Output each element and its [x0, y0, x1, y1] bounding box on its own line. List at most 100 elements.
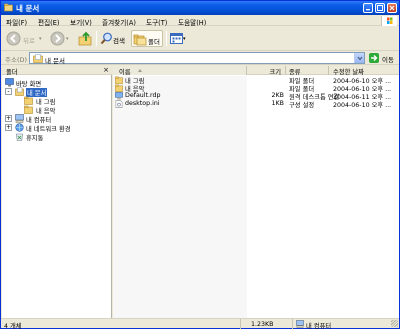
- collapse-icon[interactable]: -: [5, 88, 12, 95]
- views-icon: [170, 33, 183, 44]
- folder-icon: [115, 84, 123, 92]
- back-dropdown-icon[interactable]: ▾: [39, 36, 42, 42]
- minimize-button[interactable]: [363, 3, 373, 13]
- tree-item-my-documents[interactable]: - 내 문서: [5, 87, 105, 97]
- my-computer-icon: [296, 320, 304, 328]
- close-pane-icon[interactable]: ×: [103, 66, 109, 74]
- file-size: 2KB: [271, 92, 284, 99]
- network-icon: [15, 123, 24, 132]
- tree-item-network[interactable]: + 내 네트워크 환경: [5, 123, 110, 133]
- menu-file[interactable]: 파일(F): [6, 17, 27, 27]
- expand-icon[interactable]: +: [5, 124, 12, 131]
- rdp-file-icon: [115, 92, 123, 100]
- address-value: 내 문서: [45, 56, 66, 65]
- menu-edit[interactable]: 편집(E): [38, 17, 59, 27]
- column-header-name[interactable]: 이름: [113, 66, 247, 76]
- file-name: desktop.ini: [125, 100, 160, 107]
- my-documents-icon: [33, 54, 43, 63]
- forward-dropdown-icon[interactable]: ▾: [66, 36, 69, 42]
- menu-favorites[interactable]: 즐겨찾기(A): [102, 17, 136, 27]
- tree-item-my-computer[interactable]: + 내 컴퓨터: [5, 114, 105, 124]
- chevron-down-icon: [357, 56, 363, 61]
- tree-item-recycle-bin[interactable]: 휴지통: [15, 132, 105, 142]
- windows-flag-icon: [387, 17, 393, 24]
- file-row[interactable]: Default.rdp 2KB 원격 데스크톱 연결 2004-06-11 오후…: [113, 92, 399, 101]
- column-header-type[interactable]: 종류: [286, 66, 329, 76]
- status-location: 내 컴퓨터: [306, 322, 332, 329]
- address-dropdown-button[interactable]: [354, 53, 364, 63]
- go-button[interactable]: [369, 53, 379, 63]
- my-computer-icon: [15, 114, 24, 123]
- windows-logo: [381, 16, 397, 26]
- folder-icon: [4, 3, 13, 12]
- toolbar-separator: [96, 31, 97, 46]
- sort-ascending-icon: [138, 69, 142, 72]
- folders-label: 폴더: [148, 38, 160, 46]
- column-label: 크기: [269, 69, 281, 76]
- status-size-cell: 1.23KB: [241, 319, 293, 329]
- column-label: 수정한 날짜: [333, 69, 364, 76]
- tree-item-label: 휴지통: [26, 135, 44, 142]
- column-header-modified[interactable]: 수정한 날짜: [329, 66, 399, 76]
- column-label: 이름: [119, 69, 131, 76]
- column-label: 종류: [289, 69, 301, 76]
- status-location-cell: 내 컴퓨터: [293, 319, 399, 329]
- views-dropdown-icon[interactable]: ▾: [183, 36, 186, 42]
- minimize-icon: [366, 9, 370, 11]
- forward-arrow-icon: [50, 31, 65, 46]
- column-header-size[interactable]: 크기: [247, 66, 286, 76]
- expand-icon[interactable]: +: [5, 115, 12, 122]
- folder-icon: [115, 76, 123, 84]
- go-label[interactable]: 이동: [382, 54, 394, 64]
- title-bar[interactable]: 내 문서: [1, 1, 399, 15]
- address-bar: 주소(D) 내 문서 이동: [1, 51, 399, 65]
- file-row[interactable]: 내 음악 파일 폴더 2004-06-10 오후 ...: [113, 84, 399, 93]
- window-title: 내 문서: [16, 4, 40, 13]
- toolbar-separator: [166, 31, 167, 46]
- file-modified: 2004-06-10 오후 ...: [333, 102, 392, 109]
- menu-tools[interactable]: 도구(T): [146, 17, 167, 27]
- go-arrow-icon: [371, 55, 378, 61]
- menu-view[interactable]: 보기(V): [70, 17, 92, 27]
- up-folder-button[interactable]: [77, 30, 93, 47]
- file-row[interactable]: 내 그림 파일 폴더 2004-06-10 오후 ...: [113, 76, 399, 85]
- status-count-cell: 4 개체: [1, 319, 241, 329]
- folders-pane-title: 폴더: [6, 69, 18, 76]
- file-list: 이름 크기 종류 수정한 날짜 내 그림 파일 폴더 2004-06-10 오후…: [113, 66, 399, 318]
- search-label: 검색: [113, 37, 125, 45]
- tree-item-desktop[interactable]: 바탕 화면: [5, 78, 105, 88]
- address-input[interactable]: 내 문서: [29, 52, 365, 65]
- status-total-size: 1.23KB: [251, 320, 274, 328]
- recycle-bin-icon: [16, 133, 23, 141]
- sorted-column-shade: [113, 76, 247, 318]
- explorer-window: 내 문서 파일(F) 편집(E) 보기(V) 즐겨찾기(A) 도구(T) 도움말…: [0, 0, 400, 329]
- back-button[interactable]: 뒤로 ▾: [5, 30, 47, 47]
- file-name: Default.rdp: [125, 92, 161, 99]
- folder-icon: [24, 105, 33, 114]
- up-folder-icon: [78, 31, 92, 46]
- back-label: 뒤로: [23, 37, 35, 45]
- tree-item-my-music[interactable]: 내 음악: [24, 105, 104, 115]
- status-bar: 4 개체 1.23KB 내 컴퓨터: [1, 318, 399, 329]
- menu-bar: 파일(F) 편집(E) 보기(V) 즐겨찾기(A) 도구(T) 도움말(H): [1, 15, 399, 27]
- address-label: 주소(D): [5, 56, 28, 64]
- forward-button[interactable]: ▾: [49, 30, 73, 47]
- my-documents-icon: [15, 87, 24, 96]
- search-icon: [100, 32, 112, 45]
- file-row[interactable]: desktop.ini 1KB 구성 설정 2004-06-10 오후 ...: [113, 100, 399, 109]
- menu-help[interactable]: 도움말(H): [178, 17, 206, 27]
- close-button[interactable]: [387, 3, 397, 13]
- folders-icon: [133, 34, 147, 46]
- tree-item-my-pictures[interactable]: 내 그림: [24, 96, 104, 106]
- maximize-icon: [377, 5, 383, 11]
- file-type: 구성 설정: [289, 102, 315, 109]
- resize-grip[interactable]: [391, 320, 398, 327]
- toolbar: 뒤로 ▾ ▾ 검색 폴더 ▾: [1, 27, 399, 51]
- folder-icon: [24, 96, 33, 105]
- views-button[interactable]: ▾: [169, 30, 189, 47]
- maximize-button[interactable]: [375, 3, 385, 13]
- search-button[interactable]: 검색: [99, 30, 129, 47]
- status-object-count: 4 개체: [4, 322, 22, 329]
- close-icon: [389, 5, 395, 11]
- folders-toggle-button[interactable]: 폴더: [131, 30, 163, 47]
